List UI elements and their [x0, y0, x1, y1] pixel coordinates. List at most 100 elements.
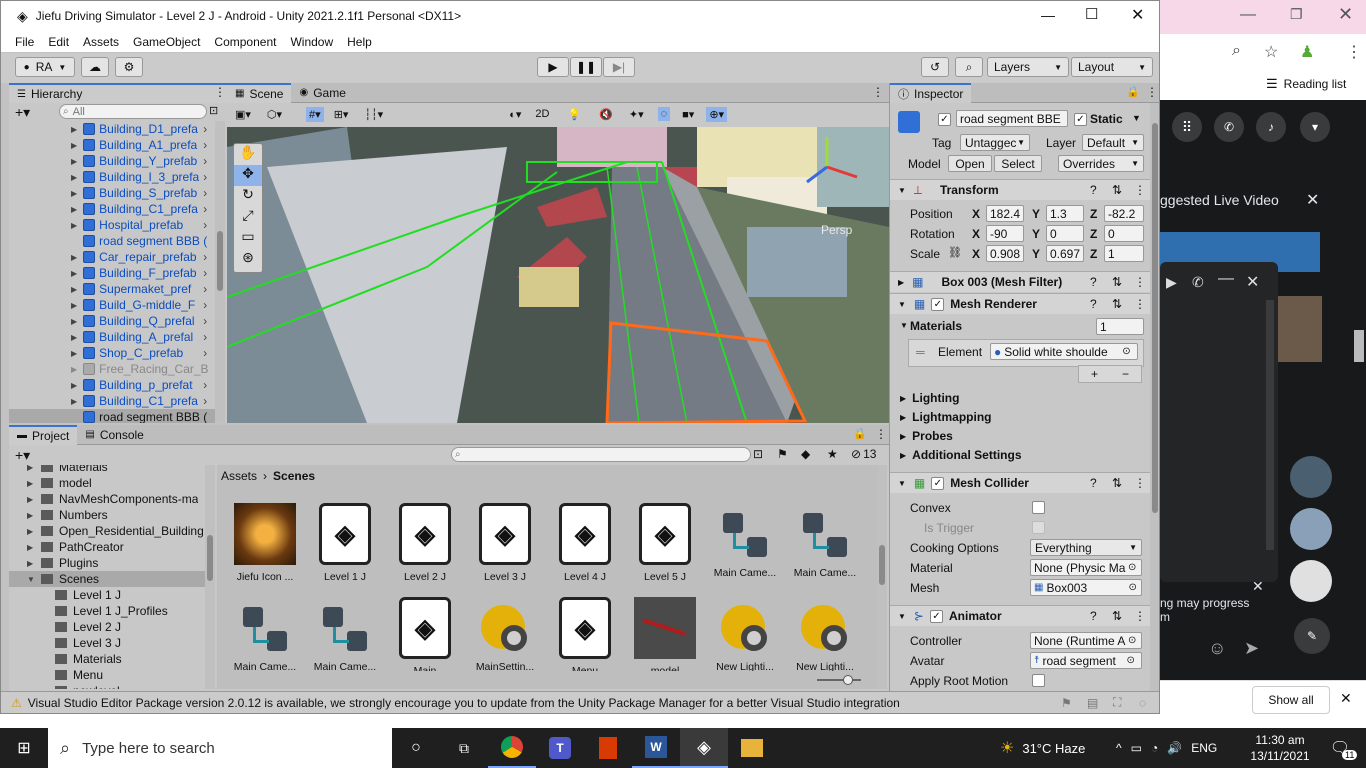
expand-arrow-icon[interactable]: ▶ [27, 511, 39, 520]
page-scrollbar[interactable] [1354, 330, 1364, 362]
asset-item[interactable]: Main Came... [785, 503, 865, 579]
element-material-field[interactable]: ● Solid white shoulde ⊙ [990, 343, 1138, 360]
folder-item[interactable]: Materials [9, 651, 205, 667]
select-button[interactable]: Select [994, 155, 1042, 172]
hierarchy-item[interactable]: ▶ Building_I_3_prefa › [71, 169, 215, 185]
browser-menu-icon[interactable]: ⋮ [1346, 42, 1362, 62]
preset-icon[interactable]: ⇅ [1112, 476, 1122, 490]
expand-arrow-icon[interactable]: ▶ [27, 527, 39, 536]
hierarchy-item[interactable]: ▶ Build_G-middle_F › [71, 297, 215, 313]
start-button[interactable]: ⊞ [0, 728, 48, 768]
account-dropdown[interactable]: ● RA ▼ [15, 57, 75, 77]
menu-window[interactable]: Window [290, 35, 333, 49]
object-picker-icon[interactable]: ⊙ [1122, 346, 1130, 357]
transform-tool-icon[interactable]: ⊛ [242, 249, 254, 270]
create-button[interactable]: +▾ [15, 447, 30, 464]
chat-minimize-icon[interactable]: — [1218, 270, 1234, 288]
debug-icon[interactable]: ⚑ [1061, 696, 1072, 710]
folder-item[interactable]: ▶ model [9, 475, 205, 491]
rotation-x-input[interactable]: -90 [986, 225, 1024, 242]
office-taskbar-button[interactable] [584, 728, 632, 768]
hierarchy-item[interactable]: ▶ Building_Y_prefab › [71, 153, 215, 169]
hierarchy-item[interactable]: ▶ Building_F_prefab › [71, 265, 215, 281]
hierarchy-item[interactable]: ▶ Building_Q_prefal › [71, 313, 215, 329]
layers-icon[interactable]: ▤ [1087, 696, 1098, 710]
object-picker-icon[interactable]: ⊙ [1128, 635, 1136, 646]
tab-project[interactable]: ▬ Project [9, 424, 78, 445]
scroll-thumb[interactable] [217, 231, 223, 291]
collab-button[interactable]: ⚙ [115, 57, 143, 77]
fullscreen-icon[interactable]: ⛶ [1113, 695, 1121, 710]
asset-item[interactable]: ◈ Level 1 J [305, 503, 385, 583]
lighting-foldout[interactable]: ▶ Lighting [900, 391, 959, 405]
cooking-options-dropdown[interactable]: Everything ▼ [1030, 539, 1142, 556]
hierarchy-item[interactable]: ▶road segment BBB ( [71, 233, 215, 249]
asset-item[interactable]: ◈ Level 3 J [465, 503, 545, 583]
asset-item[interactable]: model [625, 597, 705, 671]
scale-z-input[interactable]: 1 [1104, 245, 1144, 262]
preset-icon[interactable]: ⇅ [1112, 183, 1122, 197]
audio-toggle-icon[interactable]: 🔇 [599, 108, 613, 121]
breadcrumb-assets[interactable]: Assets [221, 469, 257, 483]
close-button[interactable]: ✕ [1131, 5, 1144, 25]
extension-icon[interactable]: ♟ [1300, 42, 1314, 62]
hierarchy-item[interactable]: ▶ Building_S_prefab › [71, 185, 215, 201]
menu-edit[interactable]: Edit [48, 35, 69, 49]
help-icon[interactable]: ? [1090, 609, 1097, 623]
step-button[interactable]: ▶| [603, 57, 635, 77]
emoji-icon[interactable]: ☺ [1208, 638, 1226, 659]
tab-scene[interactable]: ▦ Scene [227, 82, 292, 103]
asset-item[interactable]: ◈ Main [385, 597, 465, 671]
task-view-button[interactable]: ⧉ [440, 728, 488, 768]
label-icon[interactable]: ◆ [801, 447, 810, 461]
chevron-up-icon[interactable]: ^ [1116, 741, 1122, 755]
folder-item[interactable]: ▶ Plugins [9, 555, 205, 571]
snap-increment-icon[interactable]: ⊞▾ [334, 108, 349, 121]
hierarchy-item[interactable]: ▶ Shop_C_prefab › [71, 345, 215, 361]
controller-field[interactable]: None (Runtime A ⊙ [1030, 632, 1142, 649]
contact-avatar[interactable] [1278, 296, 1322, 362]
slider-thumb[interactable] [843, 675, 853, 685]
network-icon[interactable]: ◔ [1151, 741, 1158, 755]
component-menu-icon[interactable]: ⋮ [1134, 275, 1146, 289]
folder-item[interactable]: ▶ Numbers [9, 507, 205, 523]
chat-close-icon[interactable]: ✕ [1246, 272, 1259, 292]
unity-taskbar-button[interactable]: ◈ [680, 728, 728, 768]
lightmapping-foldout[interactable]: ▶ Lightmapping [900, 410, 991, 424]
scene-search-icon[interactable]: ⊡ [209, 104, 218, 117]
search-button[interactable]: ⌕ [955, 57, 983, 77]
scroll-thumb[interactable] [1152, 123, 1158, 513]
notifications-icon[interactable]: ♪ [1256, 112, 1286, 142]
hierarchy-item[interactable]: ▶ Building_C1_prefa › [71, 201, 215, 217]
asset-item[interactable]: Main Came... [705, 503, 785, 579]
lighting-toggle-icon[interactable]: 💡 [567, 108, 581, 121]
position-z-input[interactable]: -82.2 [1104, 205, 1144, 222]
star-icon[interactable]: ☆ [1264, 42, 1278, 62]
teams-taskbar-button[interactable]: T [536, 728, 584, 768]
tag-dropdown[interactable]: Untaggec ▼ [960, 134, 1030, 151]
show-all-button[interactable]: Show all [1252, 686, 1330, 714]
animator-checkbox[interactable]: ✓ [929, 609, 943, 623]
ruler-icon[interactable]: ┆┆▾ [364, 108, 383, 121]
convex-checkbox[interactable] [1032, 501, 1045, 514]
hand-tool-icon[interactable]: ✋ [239, 144, 256, 165]
hierarchy-item[interactable]: ▶ Building_p_prefat › [71, 377, 215, 393]
folder-item-selected[interactable]: ▼ Scenes [9, 571, 205, 587]
clock[interactable]: 11:30 am 13/11/2021 [1248, 732, 1312, 764]
camera-icon[interactable]: ■▾ [682, 108, 694, 121]
hierarchy-item[interactable]: ▶ Building_A1_prefa › [71, 137, 215, 153]
menu-gameobject[interactable]: GameObject [133, 35, 200, 49]
open-button[interactable]: Open [948, 155, 992, 172]
hidden-packages-toggle[interactable]: ⊘ 13 [851, 447, 876, 461]
apply-root-motion-checkbox[interactable] [1032, 674, 1045, 687]
help-icon[interactable]: ? [1090, 275, 1097, 289]
zoom-slider[interactable] [817, 675, 861, 685]
help-icon[interactable]: ? [1090, 183, 1097, 197]
object-name-input[interactable]: road segment BBE [956, 110, 1068, 127]
asset-item[interactable]: Main Came... [305, 597, 385, 671]
asset-item[interactable]: New Lighti... [705, 597, 785, 671]
mesh-collider-header[interactable]: ▼ ▦ ✓ Mesh Collider ? ⇅ ⋮ [890, 472, 1152, 493]
expand-arrow-icon[interactable]: ▶ [27, 543, 39, 552]
contact-avatar[interactable] [1290, 508, 1332, 550]
browser-close-button[interactable]: ✕ [1338, 4, 1353, 25]
